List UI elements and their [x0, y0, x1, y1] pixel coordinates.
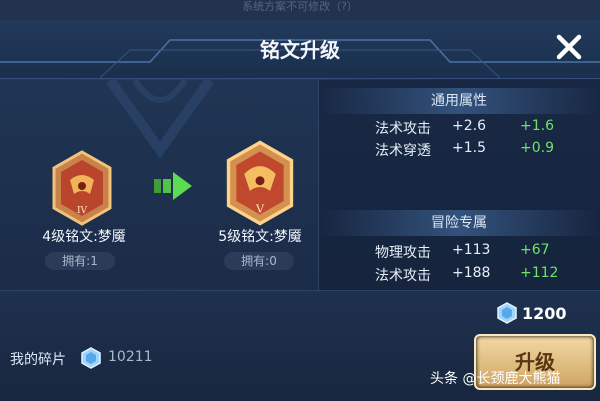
attr-value: +1.5: [452, 140, 486, 156]
next-rune-owned: 拥有:0: [224, 252, 294, 270]
watermark: 头条 @长颈鹿大熊猫: [430, 371, 561, 387]
attr-name: 物理攻击: [375, 245, 431, 261]
section-header-adventure: 冒险专属: [318, 210, 600, 236]
attr-name: 法术攻击: [375, 268, 431, 284]
fragments-count: 10211: [108, 349, 153, 365]
attr-value: +2.6: [452, 118, 486, 134]
dialog-title: 铭文升级: [260, 38, 340, 62]
fragments-label: 我的碎片: [10, 352, 66, 368]
section-header-general: 通用属性: [318, 88, 600, 114]
rune-level5-roman: V: [255, 202, 265, 215]
rune-level4-roman: IV: [77, 206, 88, 216]
close-button[interactable]: [552, 30, 586, 64]
crystal-icon: [497, 302, 517, 324]
attr-delta: +1.6: [520, 118, 554, 134]
upgrade-cost: 1200: [522, 304, 567, 323]
current-rune-name: 4级铭文:梦魇: [42, 229, 126, 245]
attr-value: +113: [452, 242, 491, 258]
attr-delta: +0.9: [520, 140, 554, 156]
current-rune-owned: 拥有:1: [45, 252, 115, 270]
close-icon: [556, 34, 582, 60]
system-hint: 系统方案不可修改（?）: [0, 0, 600, 20]
rune-emblem-level4-icon[interactable]: IV: [50, 150, 114, 226]
attr-value: +188: [452, 265, 491, 281]
attr-name: 法术攻击: [375, 121, 431, 137]
upgrade-arrow-icon: [154, 172, 192, 200]
rune-emblem-level5-icon[interactable]: V: [224, 140, 296, 226]
attr-delta: +112: [520, 265, 559, 281]
attr-delta: +67: [520, 242, 550, 258]
attr-name: 法术穿透: [375, 143, 431, 159]
fragment-crystal-icon: [81, 347, 101, 369]
next-rune-name: 5级铭文:梦魇: [218, 229, 302, 245]
